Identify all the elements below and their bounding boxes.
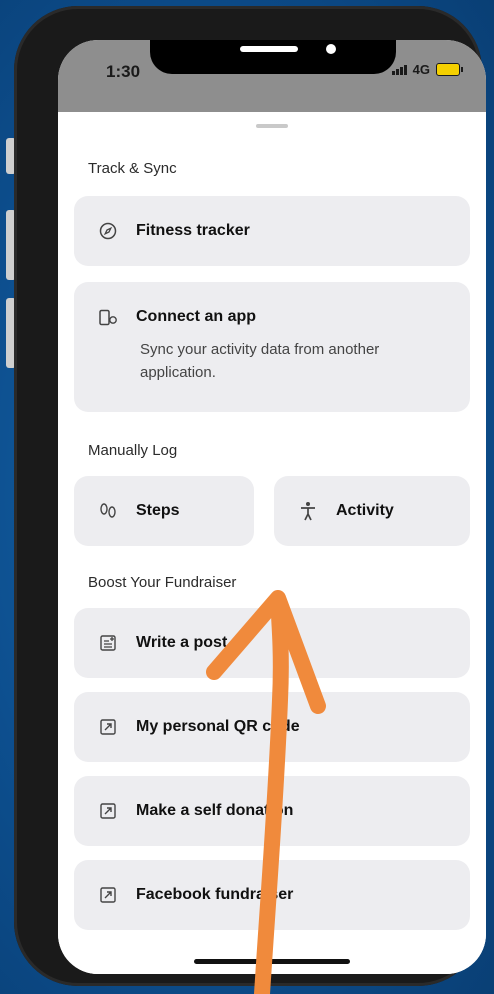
external-link-icon: [98, 885, 118, 905]
self-donation-label: Make a self donation: [136, 802, 294, 819]
status-indicators: 4G: [391, 62, 463, 77]
write-post-button[interactable]: Write a post: [74, 608, 470, 678]
fitness-tracker-button[interactable]: Fitness tracker: [74, 196, 470, 266]
signal-icon: [391, 64, 407, 75]
device-sync-icon: [98, 308, 118, 328]
connect-app-label: Connect an app: [136, 308, 257, 325]
bottom-sheet: Track & Sync Fitness tracker Connect an …: [58, 112, 486, 974]
section-title-boost: Boost Your Fundraiser: [88, 574, 237, 591]
facebook-fundraiser-label: Facebook fundraiser: [136, 886, 294, 903]
qr-code-button[interactable]: My personal QR code: [74, 692, 470, 762]
activity-label: Activity: [336, 502, 394, 519]
fitness-tracker-label: Fitness tracker: [136, 222, 250, 239]
section-title-manually-log: Manually Log: [88, 442, 178, 459]
connect-app-description: Sync your activity data from another app…: [140, 341, 380, 381]
network-label: 4G: [412, 62, 430, 77]
phone-notch: [150, 40, 396, 74]
qr-code-label: My personal QR code: [136, 718, 300, 735]
footprints-icon: [98, 501, 118, 521]
person-icon: [298, 501, 318, 521]
phone-screen: 1:30 4G Track & Sync Fitness tracker Con…: [58, 40, 486, 974]
external-link-icon: [98, 717, 118, 737]
activity-button[interactable]: Activity: [274, 476, 470, 546]
write-post-label: Write a post: [136, 634, 228, 651]
home-indicator[interactable]: [194, 959, 350, 964]
steps-label: Steps: [136, 502, 180, 519]
document-plus-icon: [98, 633, 118, 653]
steps-button[interactable]: Steps: [74, 476, 254, 546]
compass-icon: [98, 221, 118, 241]
phone-frame: 1:30 4G Track & Sync Fitness tracker Con…: [14, 6, 486, 986]
self-donation-button[interactable]: Make a self donation: [74, 776, 470, 846]
status-time: 1:30: [106, 62, 141, 81]
external-link-icon: [98, 801, 118, 821]
facebook-fundraiser-button[interactable]: Facebook fundraiser: [74, 860, 470, 930]
speaker-grille: [240, 46, 298, 52]
section-title-track-sync: Track & Sync: [88, 160, 177, 177]
camera-dot: [326, 44, 336, 54]
battery-charging-icon: [436, 63, 463, 76]
sheet-drag-handle[interactable]: [256, 124, 288, 128]
